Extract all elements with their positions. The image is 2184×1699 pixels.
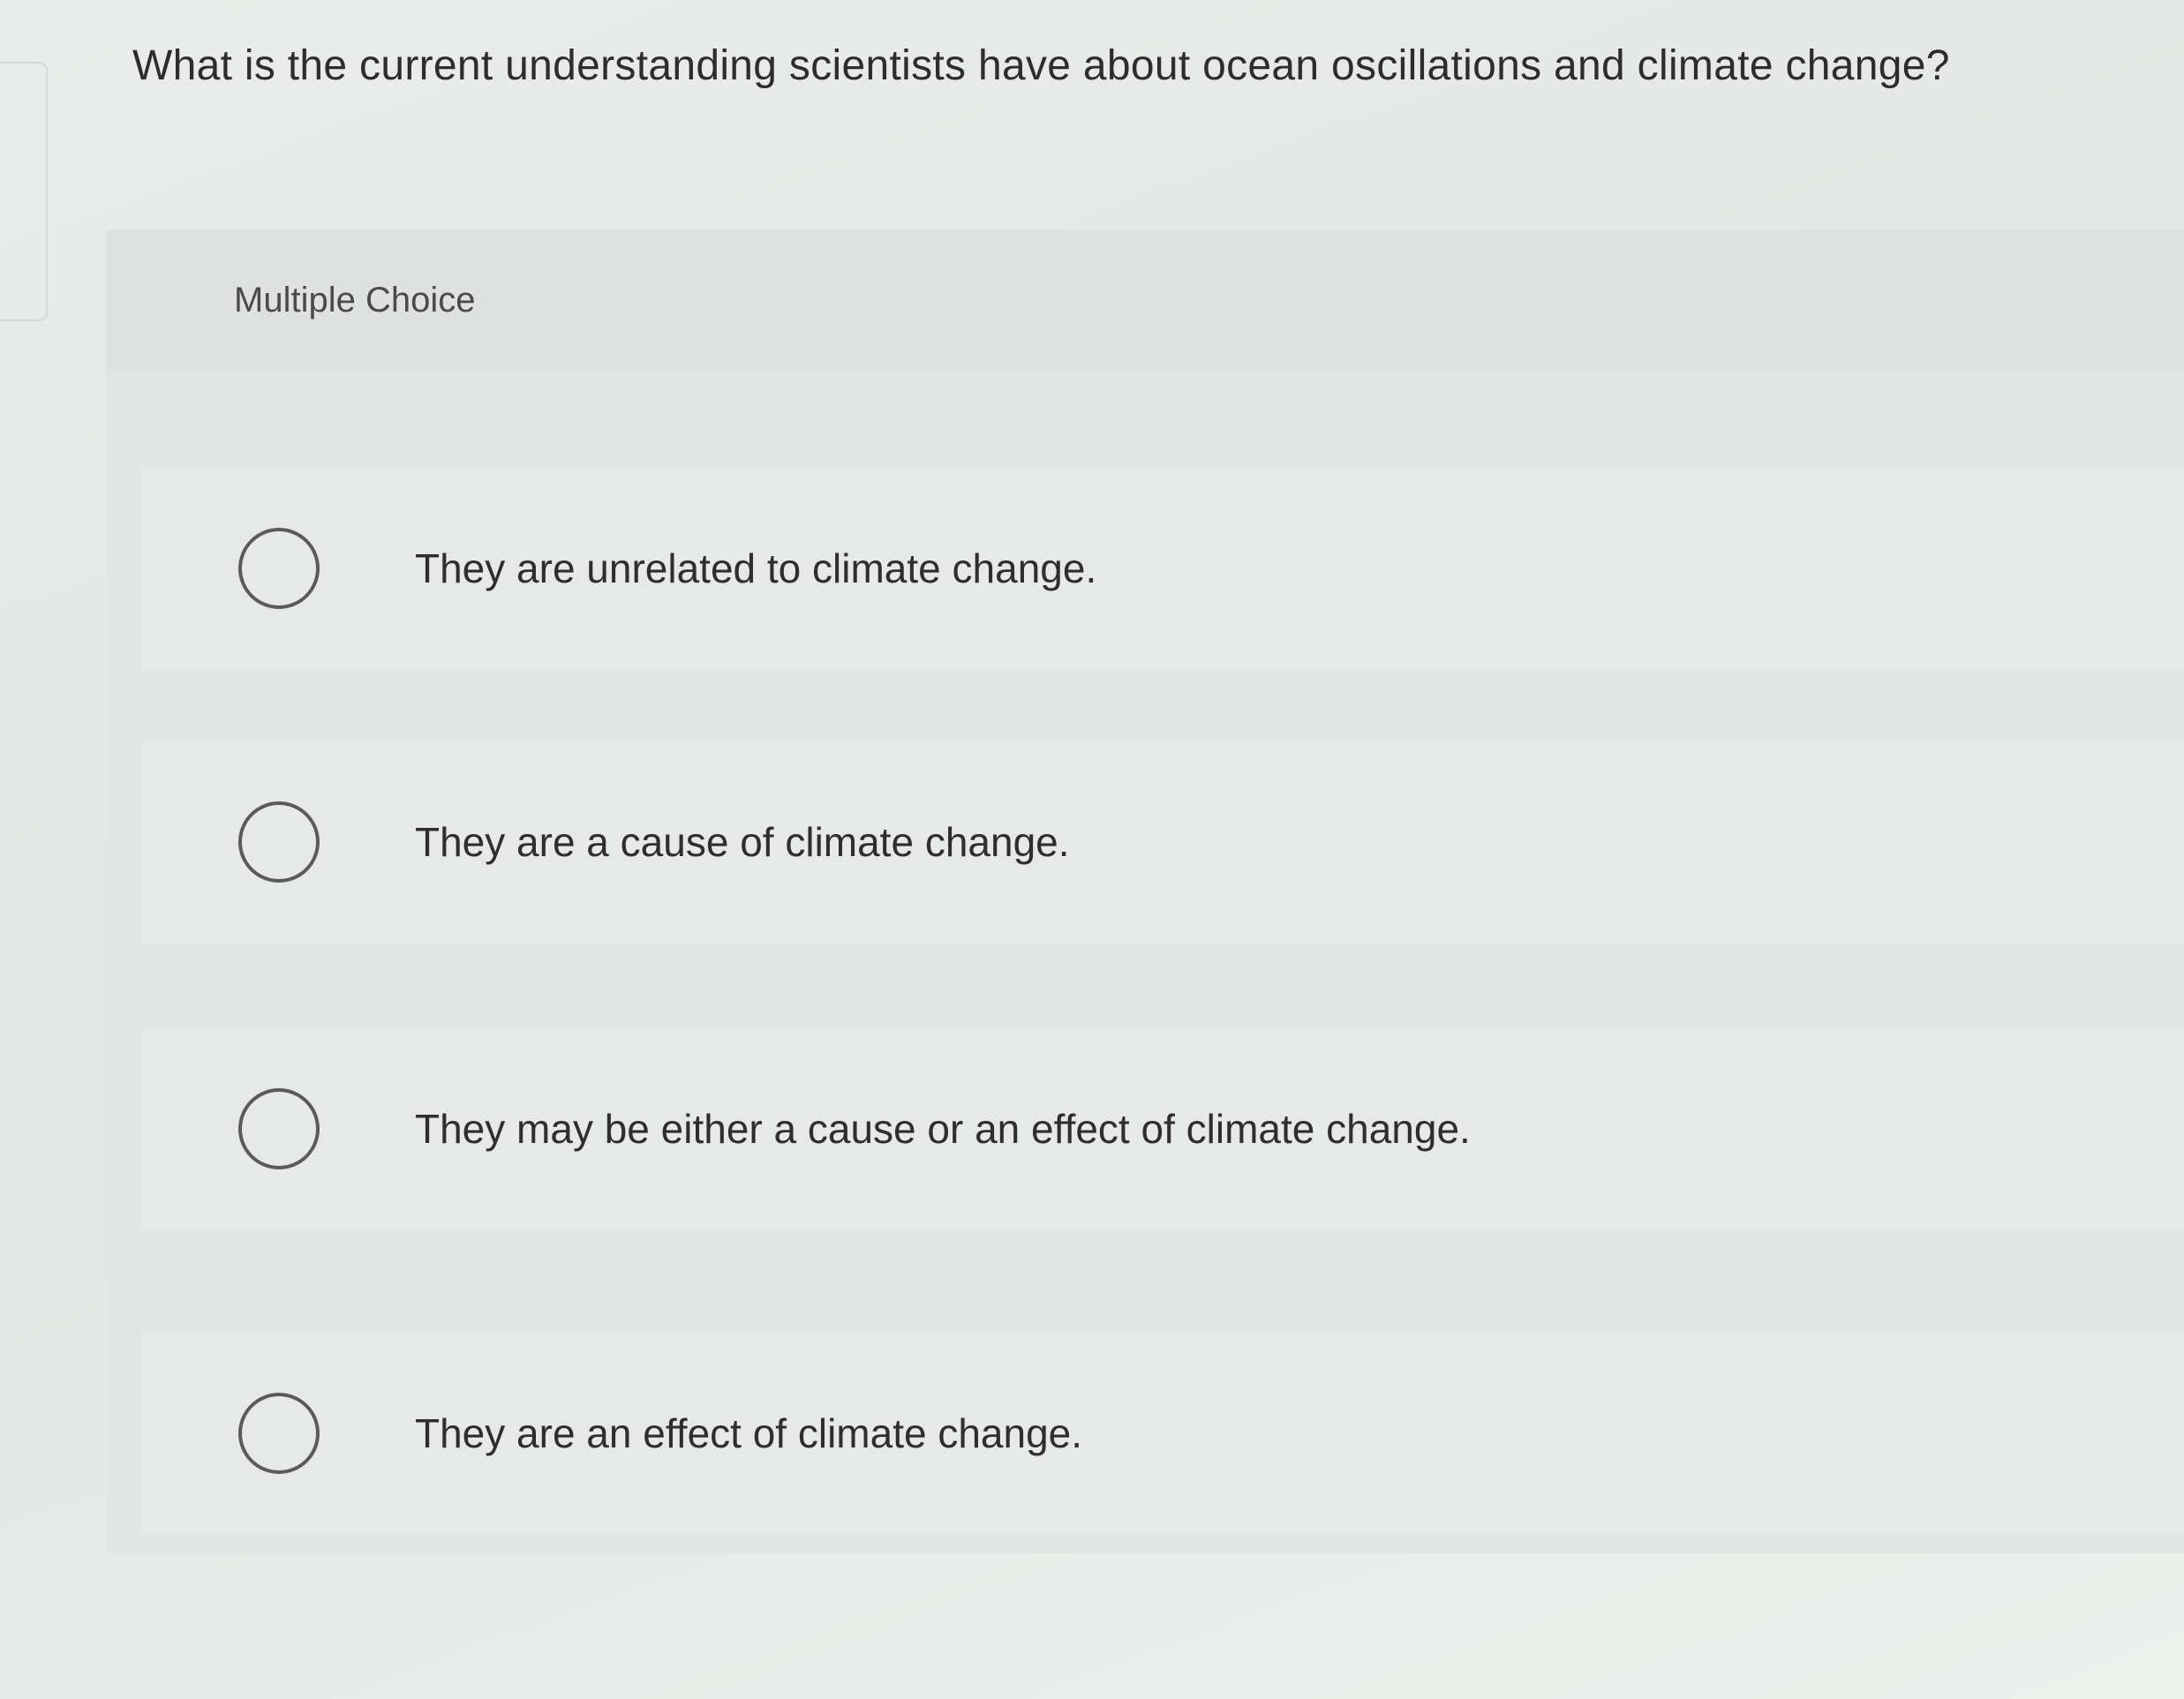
answer-option[interactable]: They may be either a cause or an effect … bbox=[141, 1028, 2184, 1231]
answer-option-label: They are a cause of climate change. bbox=[415, 819, 1070, 865]
answer-option[interactable]: They are unrelated to climate change. bbox=[141, 468, 2184, 671]
radio-button-icon[interactable] bbox=[238, 1393, 320, 1474]
answer-option[interactable]: They are an effect of climate change. bbox=[141, 1333, 2184, 1536]
radio-button-icon[interactable] bbox=[238, 801, 320, 883]
panel-edge bbox=[0, 62, 48, 321]
card-header: Multiple Choice bbox=[106, 229, 2184, 371]
radio-button-icon[interactable] bbox=[238, 1088, 320, 1169]
answer-option-label: They are unrelated to climate change. bbox=[415, 545, 1097, 591]
answer-option[interactable]: They are a cause of climate change. bbox=[141, 741, 2184, 944]
multiple-choice-card: Multiple Choice They are unrelated to cl… bbox=[106, 229, 2184, 1553]
answer-option-label: They are an effect of climate change. bbox=[415, 1410, 1083, 1456]
question-text: What is the current understanding scient… bbox=[132, 42, 1950, 89]
radio-button-icon[interactable] bbox=[238, 528, 320, 609]
question-type-label: Multiple Choice bbox=[234, 281, 476, 320]
answer-option-label: They may be either a cause or an effect … bbox=[415, 1106, 1471, 1152]
